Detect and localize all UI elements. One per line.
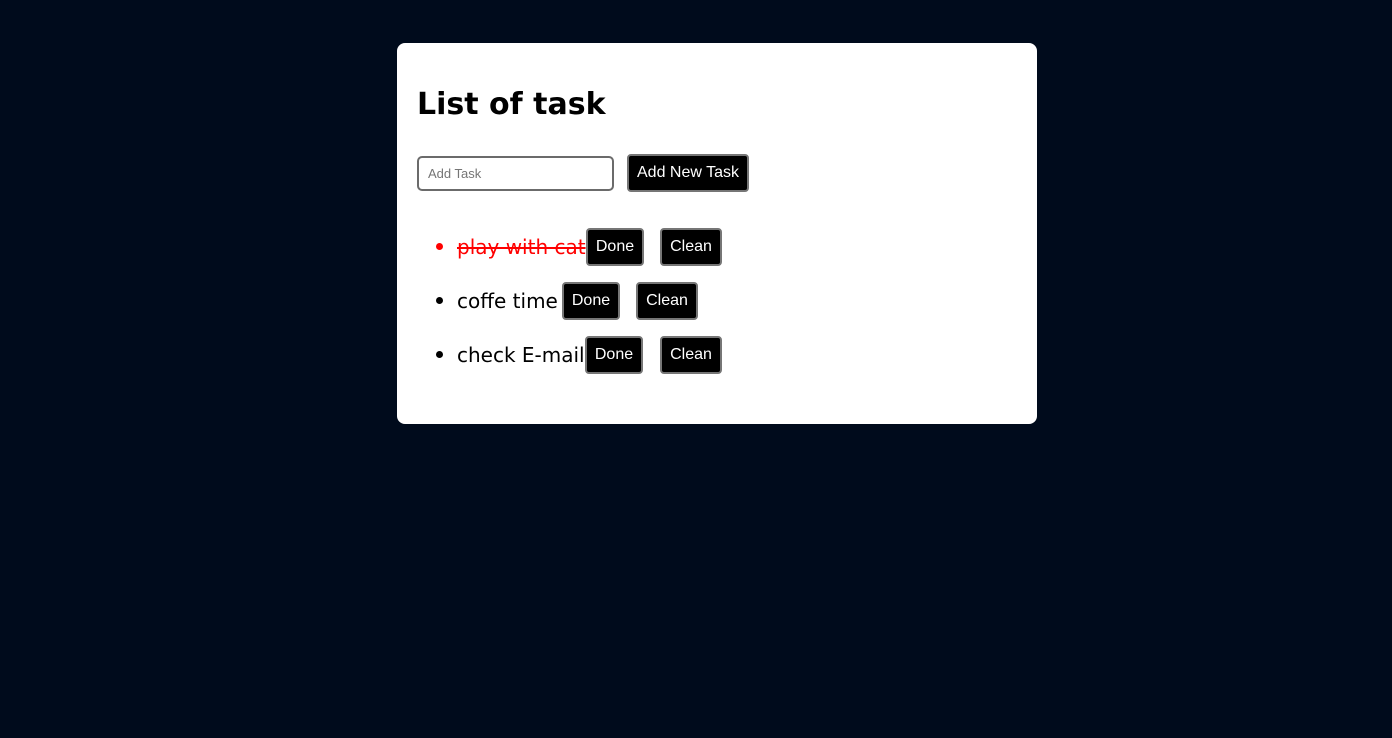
- task-label: coffe time: [457, 289, 558, 313]
- bullet-icon: [436, 351, 443, 358]
- task-card: List of task Add New Task play with cat …: [397, 43, 1037, 424]
- clean-button[interactable]: Clean: [660, 336, 722, 374]
- task-label: check E-mail: [457, 343, 585, 367]
- clean-button[interactable]: Clean: [636, 282, 698, 320]
- page-title: List of task: [417, 87, 606, 122]
- bullet-icon: [436, 297, 443, 304]
- task-label: play with cat: [457, 235, 586, 259]
- done-button[interactable]: Done: [586, 228, 644, 266]
- clean-button[interactable]: Clean: [660, 228, 722, 266]
- done-button[interactable]: Done: [585, 336, 643, 374]
- bullet-icon: [436, 243, 443, 250]
- add-task-input[interactable]: [417, 156, 614, 191]
- add-new-task-button[interactable]: Add New Task: [627, 154, 749, 192]
- done-button[interactable]: Done: [562, 282, 620, 320]
